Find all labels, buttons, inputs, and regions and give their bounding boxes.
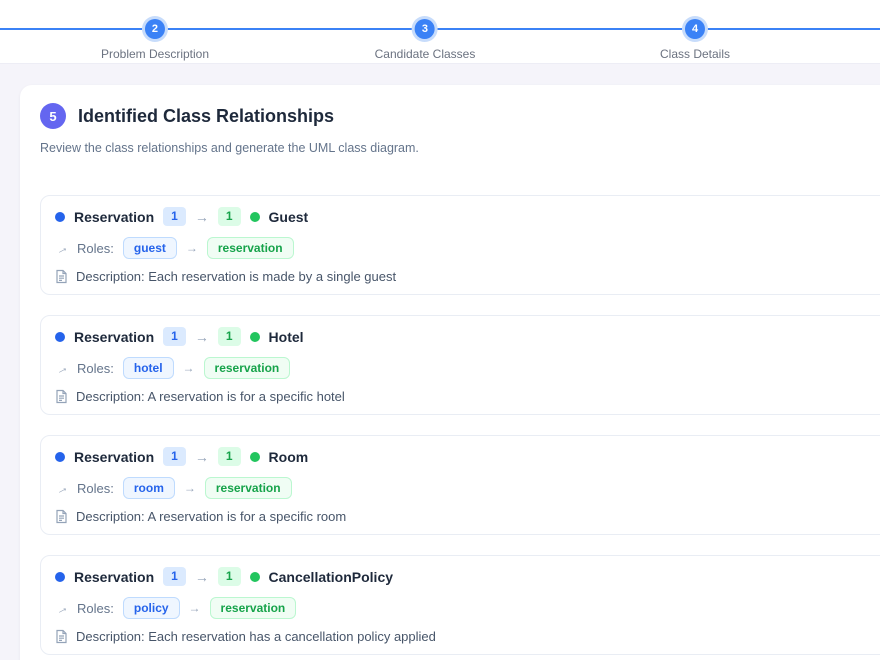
relationship-card: Reservation 1 → 1 Guest → Roles: guest →… [40, 195, 880, 295]
target-class-dot-icon [250, 452, 260, 462]
roles-arrow-icon: → [52, 478, 71, 497]
target-multiplicity-badge: 1 [218, 327, 241, 345]
step-number-badge: 5 [40, 103, 66, 129]
relationship-card: Reservation 1 → 1 CancellationPolicy → R… [40, 555, 880, 655]
relationship-description-row: Description: A reservation is for a spec… [55, 508, 880, 525]
document-icon [55, 269, 68, 284]
step-circle-2[interactable]: 2 [145, 19, 165, 39]
target-class-name: Room [269, 449, 309, 465]
source-role-badge: guest [123, 237, 177, 259]
source-class-name: Reservation [74, 209, 154, 225]
relationship-card: Reservation 1 → 1 Hotel → Roles: hotel →… [40, 315, 880, 415]
arrow-right-icon: → [195, 329, 209, 345]
arrow-right-icon: → [195, 209, 209, 225]
source-role-badge: policy [123, 597, 180, 619]
relationship-header: Reservation 1 → 1 Guest [55, 207, 880, 226]
target-class-name: Guest [269, 209, 309, 225]
target-multiplicity-badge: 1 [218, 207, 241, 225]
arrow-right-icon: → [195, 449, 209, 465]
page-title: Identified Class Relationships [78, 106, 334, 127]
target-class-dot-icon [250, 572, 260, 582]
target-multiplicity-badge: 1 [218, 567, 241, 585]
roles-label: Roles: [77, 241, 114, 256]
source-multiplicity-badge: 1 [163, 327, 186, 345]
step-class-details: 4 Class Details [660, 0, 730, 61]
roles-arrow-icon: → [52, 358, 71, 377]
document-icon [55, 389, 68, 404]
step-candidate-classes: 3 Candidate Classes [375, 0, 476, 61]
relationship-description: Description: Each reservation has a canc… [76, 629, 436, 644]
arrow-right-icon: → [183, 361, 195, 375]
step-label-candidate-classes: Candidate Classes [375, 47, 476, 61]
source-class-name: Reservation [74, 449, 154, 465]
document-icon [55, 509, 68, 524]
class-relationships-panel: 5 Identified Class Relationships Review … [20, 85, 880, 660]
source-class-name: Reservation [74, 569, 154, 585]
step-label-problem-description: Problem Description [101, 47, 209, 61]
target-multiplicity-badge: 1 [218, 447, 241, 465]
panel-subtitle: Review the class relationships and gener… [40, 141, 880, 155]
relationship-card: Reservation 1 → 1 Room → Roles: room → r… [40, 435, 880, 535]
step-circle-3[interactable]: 3 [415, 19, 435, 39]
source-class-dot-icon [55, 452, 65, 462]
relationship-roles-row: → Roles: hotel → reservation [55, 356, 880, 380]
source-role-badge: room [123, 477, 175, 499]
relationship-list: Reservation 1 → 1 Guest → Roles: guest →… [40, 195, 880, 655]
source-class-dot-icon [55, 572, 65, 582]
roles-label: Roles: [77, 361, 114, 376]
arrow-right-icon: → [189, 601, 201, 615]
target-class-name: CancellationPolicy [269, 569, 393, 585]
target-class-dot-icon [250, 332, 260, 342]
source-role-badge: hotel [123, 357, 174, 379]
relationship-description-row: Description: Each reservation has a canc… [55, 628, 880, 645]
source-multiplicity-badge: 1 [163, 207, 186, 225]
arrow-right-icon: → [195, 569, 209, 585]
step-problem-description: 2 Problem Description [101, 0, 209, 61]
roles-label: Roles: [77, 601, 114, 616]
source-multiplicity-badge: 1 [163, 447, 186, 465]
target-role-badge: reservation [205, 477, 292, 499]
relationship-description: Description: Each reservation is made by… [76, 269, 396, 284]
source-class-name: Reservation [74, 329, 154, 345]
relationship-roles-row: → Roles: room → reservation [55, 476, 880, 500]
step-label-class-details: Class Details [660, 47, 730, 61]
target-role-badge: reservation [204, 357, 291, 379]
wizard-stepper: 2 Problem Description 3 Candidate Classe… [0, 0, 880, 64]
source-multiplicity-badge: 1 [163, 567, 186, 585]
target-class-dot-icon [250, 212, 260, 222]
relationship-header: Reservation 1 → 1 Hotel [55, 327, 880, 346]
source-class-dot-icon [55, 212, 65, 222]
roles-label: Roles: [77, 481, 114, 496]
relationship-roles-row: → Roles: guest → reservation [55, 236, 880, 260]
relationship-description: Description: A reservation is for a spec… [76, 389, 345, 404]
relationship-description-row: Description: A reservation is for a spec… [55, 388, 880, 405]
arrow-right-icon: → [186, 241, 198, 255]
relationship-description: Description: A reservation is for a spec… [76, 509, 346, 524]
document-icon [55, 629, 68, 644]
source-class-dot-icon [55, 332, 65, 342]
panel-header: 5 Identified Class Relationships [40, 103, 880, 129]
relationship-description-row: Description: Each reservation is made by… [55, 268, 880, 285]
target-class-name: Hotel [269, 329, 304, 345]
relationship-roles-row: → Roles: policy → reservation [55, 596, 880, 620]
relationship-header: Reservation 1 → 1 Room [55, 447, 880, 466]
arrow-right-icon: → [184, 481, 196, 495]
roles-arrow-icon: → [52, 238, 71, 257]
target-role-badge: reservation [207, 237, 294, 259]
step-circle-4[interactable]: 4 [685, 19, 705, 39]
relationship-header: Reservation 1 → 1 CancellationPolicy [55, 567, 880, 586]
roles-arrow-icon: → [52, 598, 71, 617]
target-role-badge: reservation [210, 597, 297, 619]
